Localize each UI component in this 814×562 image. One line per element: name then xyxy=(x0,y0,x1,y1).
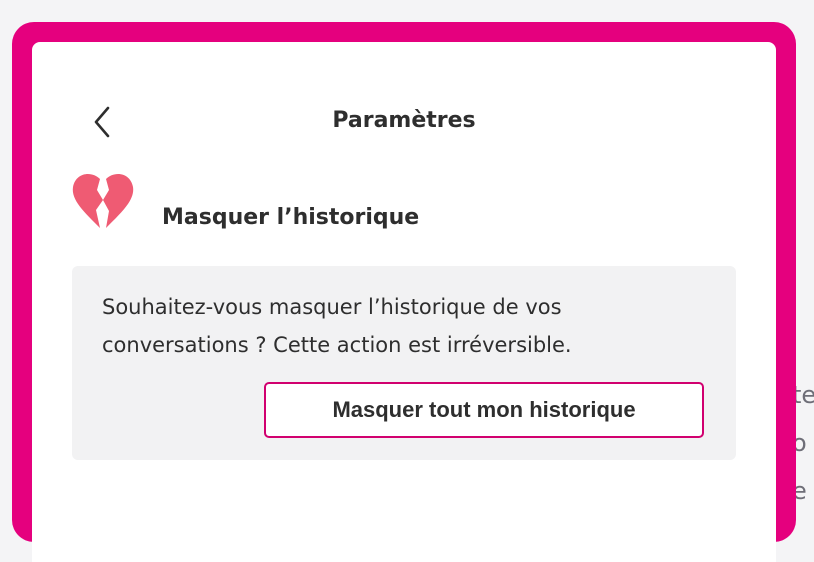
page-title: Paramètres xyxy=(332,108,476,133)
broken-heart-icon xyxy=(70,170,136,232)
confirmation-message-line: Souhaitez-vous masquer l’historique de v… xyxy=(102,295,562,319)
confirmation-message: Souhaitez-vous masquer l’historique de v… xyxy=(102,288,712,364)
hide-all-history-button[interactable]: Masquer tout mon historique xyxy=(264,382,704,438)
settings-panel: Paramètres Masquer l’historique Souhaite… xyxy=(32,42,776,562)
confirmation-message-line: conversations ? Cette action est irréver… xyxy=(102,333,572,357)
section-title: Masquer l’historique xyxy=(162,205,420,230)
confirmation-box: Souhaitez-vous masquer l’historique de v… xyxy=(72,266,736,460)
settings-modal-frame: Paramètres Masquer l’historique Souhaite… xyxy=(12,22,796,562)
